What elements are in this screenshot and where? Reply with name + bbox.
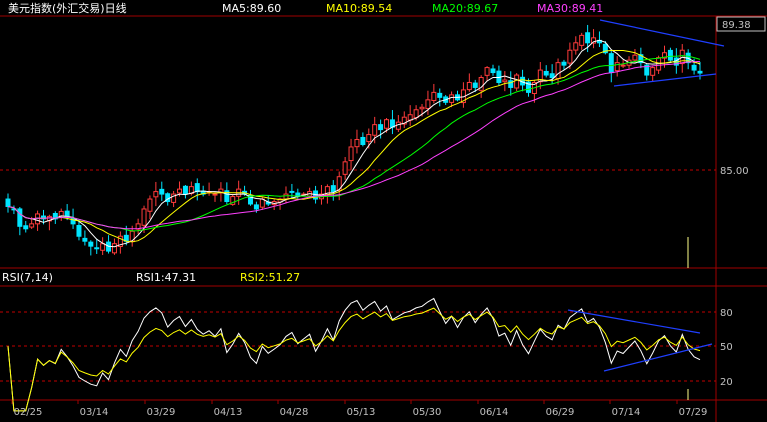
x-tick-label: 03/29 [147,407,176,418]
candle [455,90,461,102]
candle [490,64,496,76]
candle [159,181,165,201]
last-price-box: 89.38 [716,16,766,32]
candlesticks [5,24,703,256]
ma10-line [7,50,701,243]
ma20-line [7,55,701,232]
rsi-tick-80: 80 [720,308,733,319]
candle [502,71,508,92]
candle [17,206,23,236]
candle [360,132,366,147]
candle [667,47,673,62]
candle [5,193,11,213]
candle [88,240,94,256]
candle [265,195,271,206]
x-tick-label: 05/13 [347,407,376,418]
candle [514,73,520,92]
candle [23,220,29,233]
x-tick-label: 03/14 [80,407,109,418]
candle [401,111,407,128]
candle [650,66,656,82]
candle [537,61,543,90]
candle [82,230,88,246]
rsi1-readout: RSI1:47.31 [136,271,196,284]
candle [561,59,567,70]
rsi2-line [7,307,701,412]
candle [135,218,141,235]
candle [543,65,549,78]
x-tick-label: 06/14 [480,407,509,418]
price-tick-85: 85.00 [720,166,749,177]
rsi-tick-50: 50 [720,342,733,353]
candle [591,29,597,49]
ma30-line [7,60,701,230]
candle [153,181,159,207]
candle [484,66,490,82]
ma20-readout: MA20:89.67 [432,2,498,15]
candle [354,129,360,154]
candle [117,231,123,254]
candle [283,186,289,204]
candle [94,238,100,254]
candle [330,180,336,201]
candle [106,235,112,254]
ma30-readout: MA30:89.41 [537,2,603,15]
dollar-index-chart: 美元指数(外汇交易)日线 MA5:89.60 MA10:89.54 MA20:8… [0,1,767,422]
candle [100,237,106,256]
candle [579,32,585,50]
trend-lines-main [599,19,725,87]
trend-upper [599,19,725,47]
candle [230,194,236,206]
rsi2-readout: RSI2:51.27 [240,271,300,284]
chart-title: 美元指数(外汇交易)日线 [8,1,127,15]
grid-lines [0,169,716,382]
ma5-line [7,39,701,248]
candle [271,199,277,210]
candle [520,69,526,92]
ma10-readout: MA10:89.54 [326,2,392,15]
candle [431,83,437,104]
rsi-tick-20: 20 [720,377,733,388]
rsi-title: RSI(7,14) [2,271,53,284]
trend-lower [613,73,717,87]
x-tick-label: 07/29 [679,407,708,418]
moving-average-lines [7,39,701,248]
candle [389,110,395,135]
candle [194,178,200,201]
x-tick-label: 05/30 [413,407,442,418]
candle [407,105,413,126]
candle [508,71,514,96]
candle [596,31,602,48]
candle [466,73,472,92]
candle [206,182,212,196]
x-tick-label: 07/14 [612,407,641,418]
candle [496,65,502,86]
last-price-label: 89.38 [722,20,751,31]
x-tick-label: 04/13 [214,407,243,418]
x-axis: 02/25 03/14 03/29 04/13 04/28 05/13 05/30 06/14… [11,400,708,418]
candle [614,56,620,77]
x-tick-label: 02/25 [14,407,43,418]
ma5-readout: MA5:89.60 [222,2,281,15]
x-tick-label: 04/28 [280,407,309,418]
x-tick-label: 06/29 [546,407,575,418]
candle [697,61,703,80]
candle [573,36,579,55]
candle [147,195,153,220]
candle [182,184,188,199]
candle [171,190,177,208]
candle [395,115,401,132]
candle [460,82,466,108]
candle [555,58,561,85]
trend-lines-rsi [567,309,713,372]
candle [638,47,644,69]
candle [348,138,354,170]
candle [437,88,443,107]
candle [46,214,52,231]
candle [58,208,64,221]
candle [342,156,348,180]
